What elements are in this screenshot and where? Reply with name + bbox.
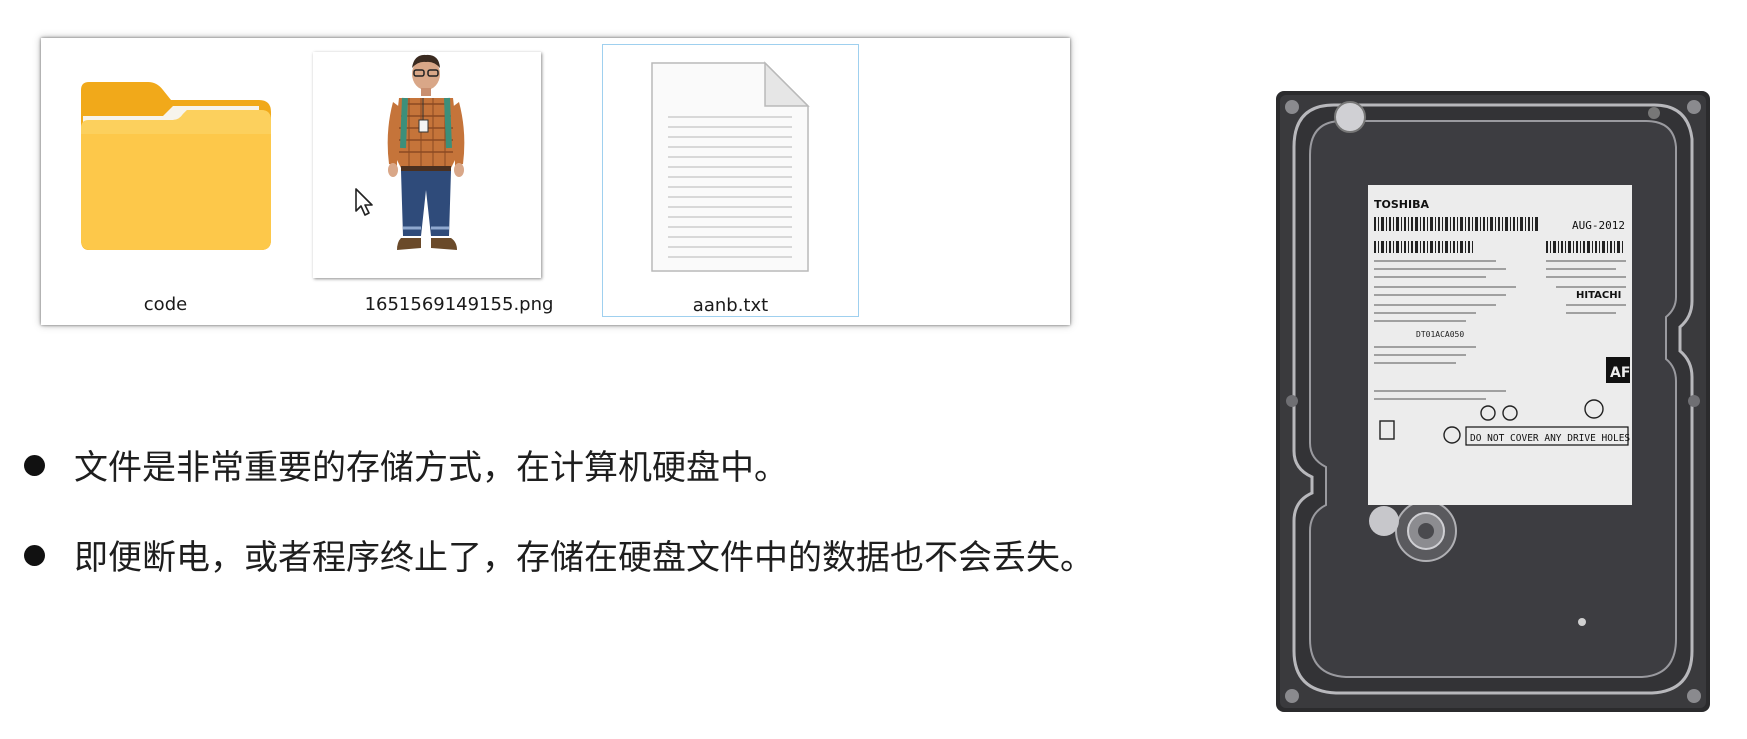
bullet-text: 即便断电，或者程序终止了，存储在硬盘文件中的数据也不会丢失。 (74, 538, 1094, 578)
file-item-txt[interactable]: aanb.txt (602, 44, 859, 317)
image-thumbnail (313, 52, 541, 278)
bullet-dot-icon (24, 455, 45, 476)
bullet-dot-icon (24, 545, 45, 566)
drive-warning-label: DO NOT COVER ANY DRIVE HOLES (1470, 433, 1630, 444)
file-name-label: aanb.txt (692, 295, 769, 316)
file-name-label: 1651569149155.png (364, 294, 554, 315)
drive-secondary-brand: HITACHI (1576, 290, 1621, 301)
af-badge: AF (1610, 365, 1630, 381)
file-item-png[interactable]: 1651569149155.png (313, 44, 606, 317)
file-explorer-view: code 1651569149155.png aanb.txt (41, 38, 1070, 325)
file-name-label: code (143, 294, 188, 315)
hard-drive-image: TOSHIBA AUG-2012 HITACHI DT01ACA050 AF D… (1276, 91, 1710, 712)
folder-icon (53, 44, 278, 274)
text-file-icon (603, 45, 858, 275)
bullet-text: 文件是非常重要的存储方式，在计算机硬盘中。 (74, 448, 788, 488)
bullet-item: 即便断电，或者程序终止了，存储在硬盘文件中的数据也不会丢失。 (24, 530, 1094, 579)
bullet-item: 文件是非常重要的存储方式，在计算机硬盘中。 (24, 440, 788, 489)
drive-model-label: DT01ACA050 (1416, 330, 1464, 339)
drive-brand-label: TOSHIBA (1374, 198, 1429, 211)
mouse-cursor-icon (354, 187, 376, 217)
drive-date-label: AUG-2012 (1572, 219, 1625, 232)
file-item-code[interactable]: code (53, 44, 278, 317)
